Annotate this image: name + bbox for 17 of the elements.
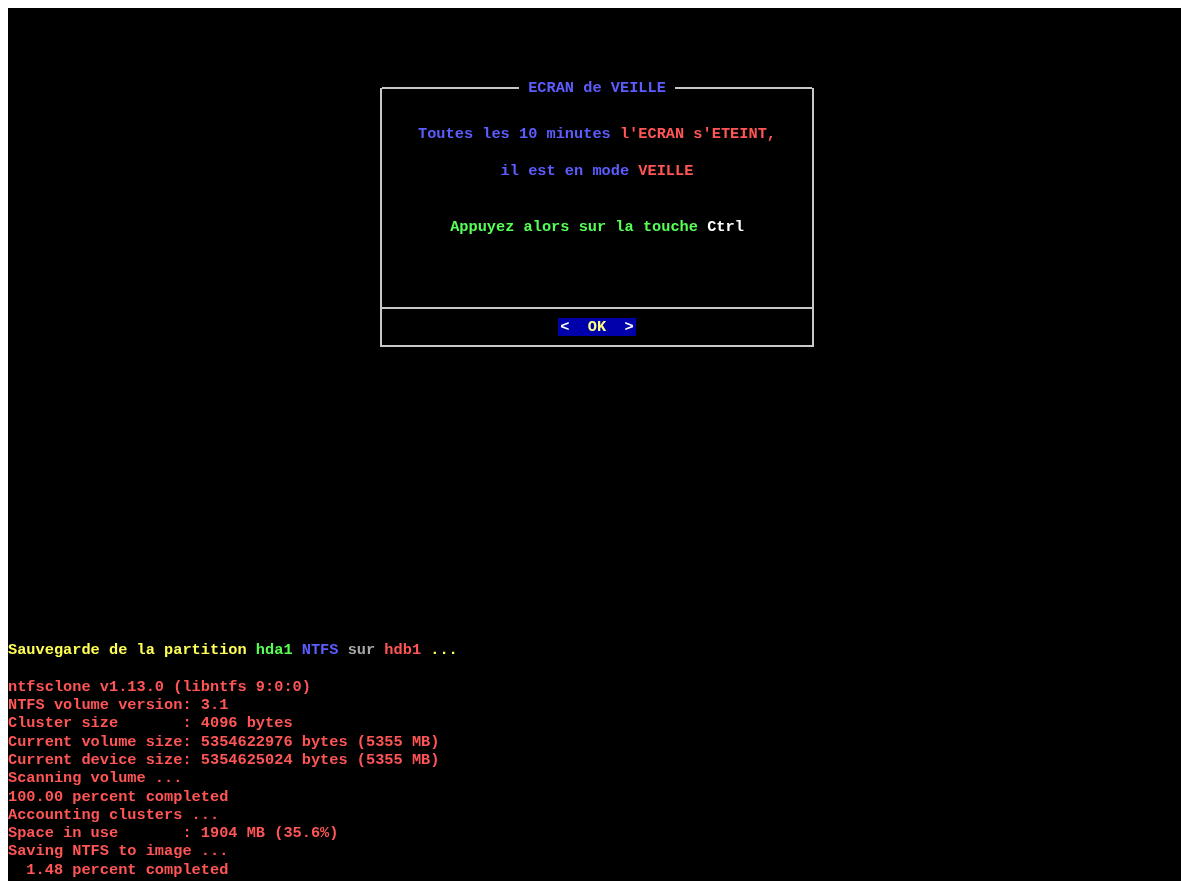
log-line: Current volume size: 5354622976 bytes (5355 MB) xyxy=(8,732,441,751)
log-line: Space in use : 1904 MB (35.6%) xyxy=(8,824,340,843)
log-line: NTFS volume version: 3.1 xyxy=(8,696,230,715)
log-line: 100.00 percent completed xyxy=(8,787,230,806)
ok-button[interactable]: < OK > xyxy=(558,318,636,336)
log-line: 1.48 percent completed xyxy=(25,860,230,879)
log-line: Scanning volume ... xyxy=(8,769,184,788)
log-line: Current device size: 5354625024 bytes (5355 MB) xyxy=(8,750,441,770)
log-line: ntfsclone v1.13.0 (libntfs 9:0:0) xyxy=(8,677,312,697)
log-line: Cluster size : 4096 bytes xyxy=(8,714,294,733)
status-line: Sauvegarde de la partition hda1 NTFS sur hdb1 ... xyxy=(8,641,459,660)
message-line: Appuyez alors sur la touche Ctrl xyxy=(450,217,744,236)
message-line: Toutes les 10 minutes l'ECRAN s'ETEINT, xyxy=(418,125,776,144)
log-line: Accounting clusters ... xyxy=(8,805,221,825)
message-line: il est en mode VEILLE xyxy=(500,162,694,181)
dialog-title: ECRAN de VEILLE xyxy=(527,78,667,98)
log-line: Saving NTFS to image ... xyxy=(8,842,230,861)
